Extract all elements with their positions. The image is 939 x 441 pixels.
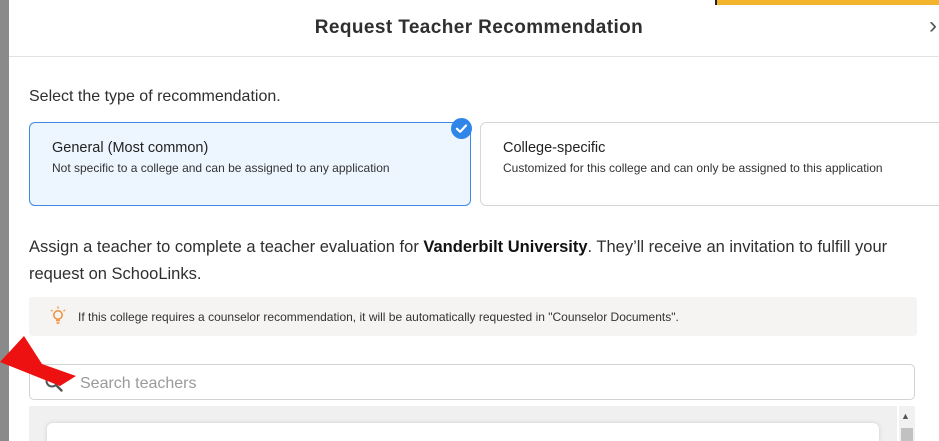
list-item[interactable] xyxy=(47,423,879,441)
modal-title: Request Teacher Recommendation xyxy=(314,17,644,38)
teacher-search-box[interactable] xyxy=(29,364,915,400)
annotation-arrow-shape xyxy=(0,336,76,386)
scroll-thumb[interactable] xyxy=(901,428,913,441)
option-college-specific-title: College-specific xyxy=(503,140,606,156)
teacher-list xyxy=(29,406,897,441)
counselor-notice: If this college requires a counselor rec… xyxy=(29,297,917,336)
close-icon[interactable]: › xyxy=(929,14,937,38)
recommendation-type-prompt: Select the type of recommendation. xyxy=(29,88,281,105)
option-college-specific-card[interactable]: College-specific Customized for this col… xyxy=(480,122,939,206)
assign-instructions: Assign a teacher to complete a teacher e… xyxy=(29,234,934,288)
search-input[interactable] xyxy=(78,372,882,396)
request-recommendation-modal: Request Teacher Recommendation › Select … xyxy=(9,0,939,441)
counselor-notice-text: If this college requires a counselor rec… xyxy=(78,310,679,324)
college-name: Vanderbilt University xyxy=(423,238,588,256)
option-general-description: Not specific to a college and can be ass… xyxy=(52,161,390,175)
option-general-title: General (Most common) xyxy=(52,140,209,156)
annotation-arrow xyxy=(0,336,76,386)
teacher-list-scrollbar[interactable]: ▲ xyxy=(899,406,915,441)
assign-text-before: Assign a teacher to complete a teacher e… xyxy=(29,238,424,256)
scroll-up-icon[interactable]: ▲ xyxy=(901,411,910,421)
option-college-specific-description: Customized for this college and can only… xyxy=(503,161,883,175)
selected-check-icon xyxy=(451,118,472,139)
modal-header: Request Teacher Recommendation › xyxy=(9,0,939,57)
option-general-card[interactable]: General (Most common) Not specific to a … xyxy=(29,122,471,206)
